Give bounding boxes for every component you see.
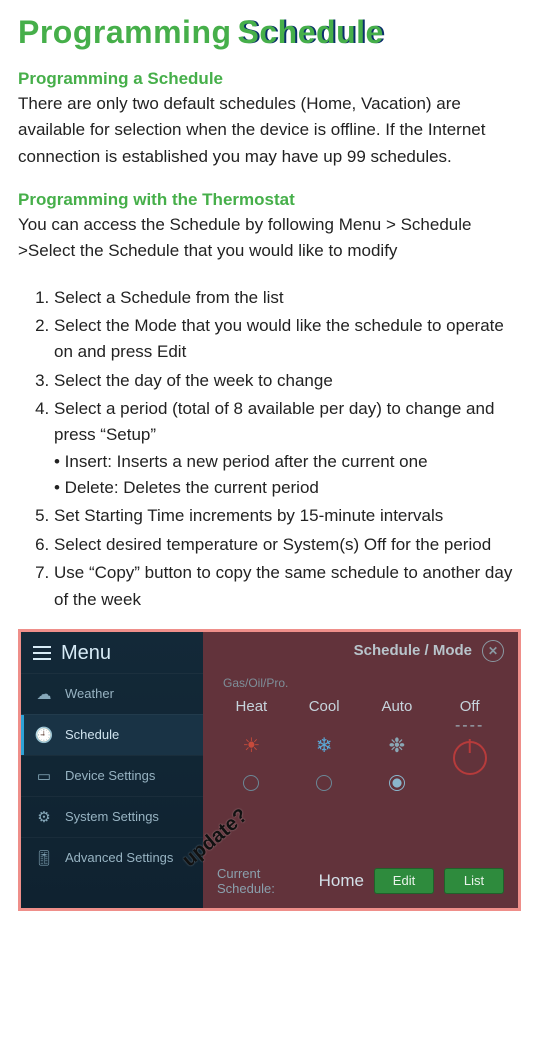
page-title: ProgrammingSchedule	[18, 14, 522, 51]
panel-title: Schedule / Mode	[354, 642, 472, 659]
mode-auto[interactable]: ❉	[363, 727, 432, 765]
menu-header[interactable]: Menu	[21, 632, 203, 673]
auto-icon: ❉	[388, 733, 405, 758]
sidebar-item-advanced-settings[interactable]: 🎚 Advanced Settings	[21, 837, 203, 878]
sidebar-item-weather[interactable]: ☁ Weather	[21, 673, 203, 714]
mode-panel: Schedule / Mode ✕ Gas/Oil/Pro. Heat Cool…	[203, 632, 518, 908]
mode-off[interactable]: ----	[435, 727, 504, 765]
off-dashes: ----	[455, 717, 484, 735]
title-word-2: Schedule	[238, 14, 384, 50]
title-word-1: Programming	[18, 14, 232, 50]
section-programming-schedule-head: Programming a Schedule	[18, 69, 522, 89]
step-item: Select a period (total of 8 available pe…	[54, 396, 522, 501]
radio-cool[interactable]	[316, 775, 332, 791]
section-thermostat-head: Programming with the Thermostat	[18, 190, 522, 210]
mode-label-auto: Auto	[363, 696, 432, 717]
radio-heat[interactable]	[243, 775, 259, 791]
power-icon	[453, 741, 487, 775]
menu-title-label: Menu	[61, 642, 111, 665]
advanced-settings-icon: 🎚	[33, 847, 55, 869]
current-schedule-value: Home	[319, 871, 364, 891]
step-item: Use “Copy” button to copy the same sched…	[54, 560, 522, 613]
radio-auto[interactable]	[389, 775, 405, 791]
mode-label-off: Off	[435, 696, 504, 717]
sidebar-item-device-settings[interactable]: ▭ Device Settings	[21, 755, 203, 796]
step-item-text: Select a period (total of 8 available pe…	[54, 399, 494, 444]
step-sub-item: • Delete: Deletes the current period	[54, 475, 522, 501]
sidebar: Menu ☁ Weather 🕘 Schedule ▭ Device Setti…	[21, 632, 203, 908]
mode-label-cool: Cool	[290, 696, 359, 717]
thermostat-screenshot: Menu ☁ Weather 🕘 Schedule ▭ Device Setti…	[18, 629, 521, 911]
step-item: Select the day of the week to change	[54, 368, 522, 394]
snowflake-icon: ❄	[316, 733, 333, 758]
mode-cool[interactable]: ❄	[290, 727, 359, 765]
hamburger-icon	[33, 646, 51, 660]
steps-list: Select a Schedule from the list Select t…	[18, 285, 522, 613]
schedule-icon: 🕘	[33, 724, 55, 746]
system-settings-icon: ⚙	[33, 806, 55, 828]
sun-icon: ☀	[242, 733, 260, 758]
section-programming-schedule-body: There are only two default schedules (Ho…	[18, 91, 522, 170]
sidebar-item-schedule[interactable]: 🕘 Schedule	[21, 714, 203, 755]
step-item: Select desired temperature or System(s) …	[54, 532, 522, 558]
sidebar-item-label: Schedule	[65, 727, 119, 742]
device-settings-icon: ▭	[33, 765, 55, 787]
edit-button[interactable]: Edit	[374, 868, 434, 894]
step-item: Set Starting Time increments by 15-minut…	[54, 503, 522, 529]
mode-label-heat: Heat	[217, 696, 286, 717]
step-sub-item: • Insert: Inserts a new period after the…	[54, 449, 522, 475]
step-item: Select a Schedule from the list	[54, 285, 522, 311]
step-item: Select the Mode that you would like the …	[54, 313, 522, 366]
current-schedule-label: Current Schedule:	[217, 866, 309, 896]
sidebar-item-label: Advanced Settings	[65, 850, 173, 865]
close-button[interactable]: ✕	[482, 640, 504, 662]
sidebar-item-system-settings[interactable]: ⚙ System Settings	[21, 796, 203, 837]
section-thermostat-body: You can access the Schedule by following…	[18, 212, 522, 265]
fuel-hint: Gas/Oil/Pro.	[223, 676, 504, 690]
sidebar-item-label: Weather	[65, 686, 114, 701]
list-button[interactable]: List	[444, 868, 504, 894]
mode-heat[interactable]: ☀	[217, 727, 286, 765]
sidebar-item-label: System Settings	[65, 809, 159, 824]
sidebar-item-label: Device Settings	[65, 768, 155, 783]
weather-icon: ☁	[33, 683, 55, 705]
